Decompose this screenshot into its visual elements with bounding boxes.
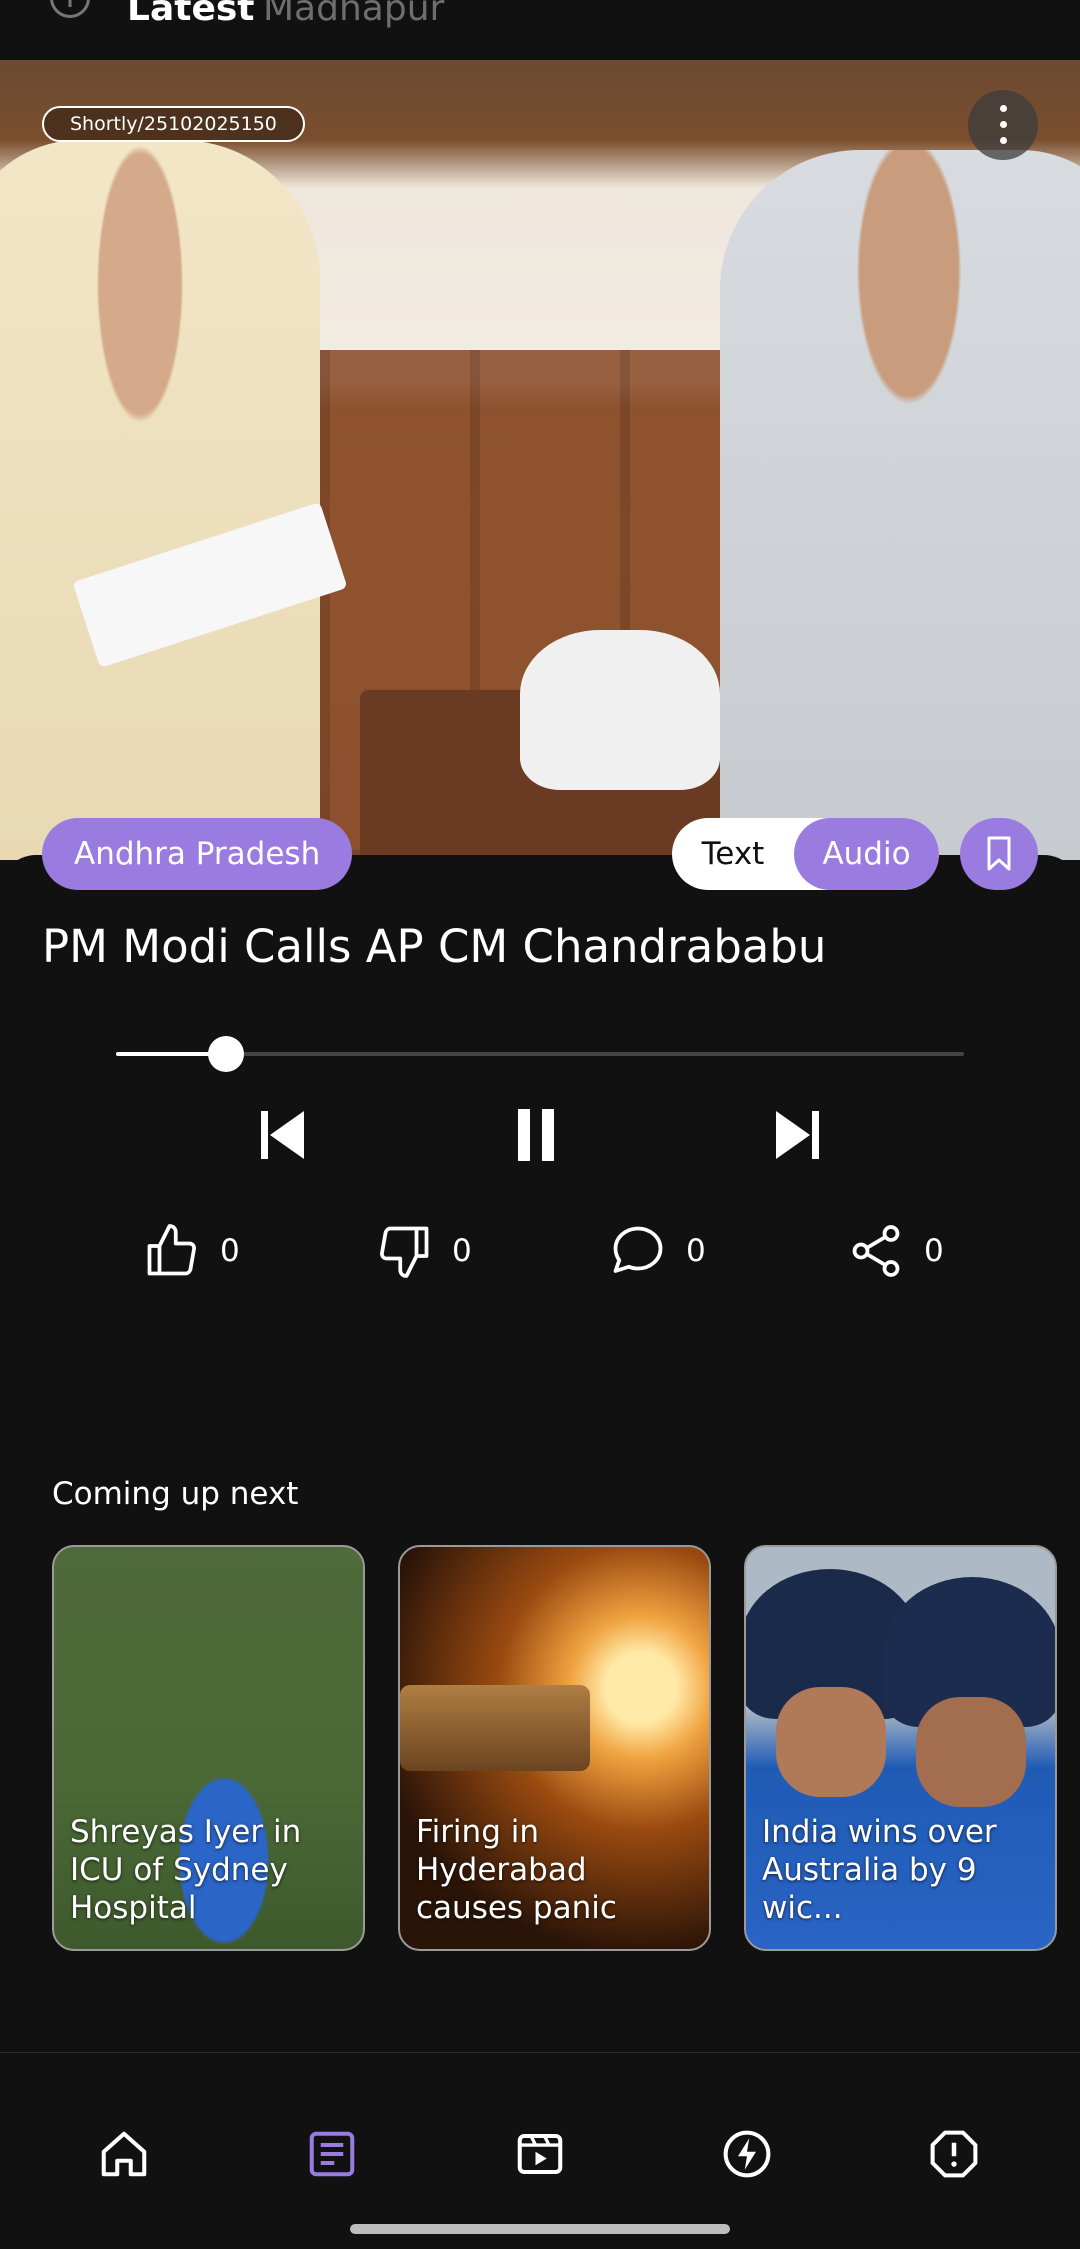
skip-previous-icon xyxy=(261,1111,304,1159)
mode-text-option[interactable]: Text xyxy=(672,818,794,890)
bookmark-button[interactable] xyxy=(960,818,1038,890)
tab-latest[interactable]: Latest xyxy=(127,0,255,29)
next-button[interactable] xyxy=(772,1105,822,1169)
articles-icon xyxy=(309,2131,355,2177)
dislike-count: 0 xyxy=(452,1233,472,1269)
dislike-button[interactable]: 0 xyxy=(374,1218,472,1284)
up-next-caption: Shreyas Iyer in ICU of Sydney Hospital xyxy=(70,1814,302,1926)
thumbs-down-icon xyxy=(380,1226,429,1278)
nav-home[interactable] xyxy=(97,2127,151,2181)
tab-madhapur[interactable]: Madhapur xyxy=(263,0,444,29)
card-image-detail xyxy=(400,1685,590,1771)
comment-count: 0 xyxy=(686,1233,706,1269)
bookmark-icon xyxy=(987,836,1011,871)
card-image-detail xyxy=(776,1687,886,1797)
up-next-caption: Firing in Hyderabad causes panic xyxy=(416,1814,617,1926)
thumbs-up-icon xyxy=(147,1224,196,1276)
like-count: 0 xyxy=(220,1233,240,1269)
gesture-bar xyxy=(350,2224,730,2234)
nav-alerts[interactable] xyxy=(927,2127,981,2181)
lightning-icon xyxy=(723,2130,771,2178)
comment-button[interactable]: 0 xyxy=(608,1218,706,1284)
add-tab-icon[interactable] xyxy=(50,0,90,18)
up-next-card[interactable]: Shreyas Iyer in ICU of Sydney Hospital xyxy=(52,1545,365,1951)
bottom-navigation xyxy=(0,2052,1080,2249)
top-bar: Latest Madhapur xyxy=(0,0,1080,60)
article-headline: PM Modi Calls AP CM Chandrababu xyxy=(42,920,827,973)
pause-icon xyxy=(518,1109,554,1161)
shortly-id-badge: Shortly/25102025150 xyxy=(42,106,305,142)
bag xyxy=(520,630,720,790)
nav-articles[interactable] xyxy=(305,2127,359,2181)
audio-progress-thumb[interactable] xyxy=(208,1036,245,1072)
audio-progress-slider[interactable] xyxy=(116,1036,964,1072)
mode-toggle[interactable]: Text Audio xyxy=(672,818,939,890)
home-icon xyxy=(101,2131,147,2177)
comment-icon xyxy=(613,1226,663,1273)
share-button[interactable]: 0 xyxy=(846,1218,944,1284)
previous-button[interactable] xyxy=(258,1105,308,1169)
nav-video[interactable] xyxy=(513,2127,567,2181)
reaction-bar: 0 0 0 0 xyxy=(0,1218,1080,1284)
category-chip[interactable]: Andhra Pradesh xyxy=(42,818,353,890)
up-next-title: Coming up next xyxy=(52,1476,299,1512)
share-icon xyxy=(852,1225,900,1277)
like-button[interactable]: 0 xyxy=(142,1218,240,1284)
nav-shorts[interactable] xyxy=(720,2127,774,2181)
alert-octagon-icon xyxy=(930,2130,978,2178)
up-next-card[interactable]: Firing in Hyderabad causes panic xyxy=(398,1545,711,1951)
more-options-icon[interactable] xyxy=(968,90,1038,160)
card-image-detail xyxy=(916,1697,1026,1807)
person-left xyxy=(0,140,320,860)
share-count: 0 xyxy=(924,1233,944,1269)
hero-image xyxy=(0,60,1080,860)
up-next-caption: India wins over Australia by 9 wic... xyxy=(762,1814,997,1926)
mode-audio-option[interactable]: Audio xyxy=(794,818,939,890)
video-icon xyxy=(517,2133,563,2175)
skip-next-icon xyxy=(776,1111,819,1159)
pause-button[interactable] xyxy=(512,1105,562,1169)
up-next-card[interactable]: India wins over Australia by 9 wic... xyxy=(744,1545,1057,1951)
person-right xyxy=(720,150,1080,860)
